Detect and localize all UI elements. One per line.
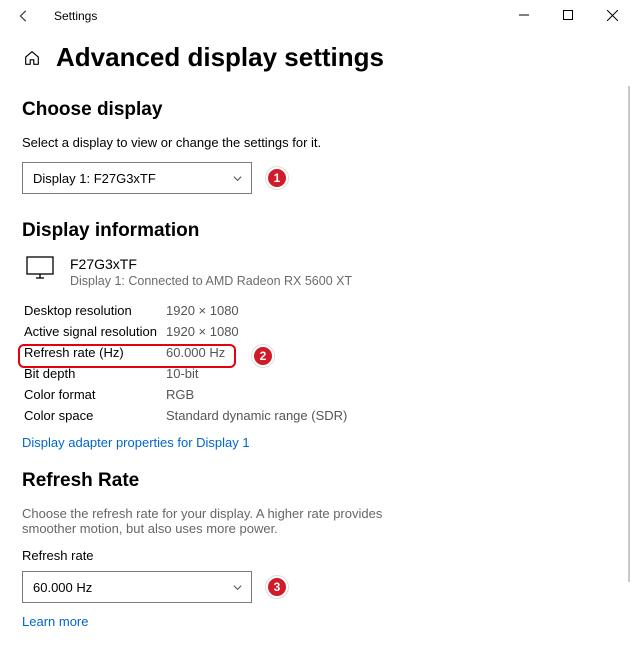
display-info-heading: Display information	[22, 220, 614, 242]
minimize-button[interactable]	[502, 0, 546, 30]
display-dropdown-value: Display 1: F27G3xTF	[33, 171, 156, 186]
chevron-down-icon	[231, 173, 243, 184]
table-row: Color format RGB	[24, 384, 614, 405]
table-row: Bit depth 10-bit	[24, 363, 614, 384]
monitor-connection: Display 1: Connected to AMD Radeon RX 56…	[70, 274, 352, 288]
home-icon[interactable]	[22, 48, 42, 68]
monitor-summary: F27G3xTF Display 1: Connected to AMD Rad…	[26, 256, 614, 288]
table-row: Desktop resolution 1920 × 1080	[24, 300, 614, 321]
close-button[interactable]	[590, 0, 634, 30]
monitor-name: F27G3xTF	[70, 256, 352, 272]
back-button[interactable]	[12, 4, 36, 28]
annotation-badge-3: 3	[266, 576, 288, 598]
maximize-button[interactable]	[546, 0, 590, 30]
chevron-down-icon	[231, 582, 243, 593]
adapter-properties-link[interactable]: Display adapter properties for Display 1	[22, 435, 250, 450]
display-dropdown[interactable]: Display 1: F27G3xTF	[22, 162, 252, 194]
table-row: Refresh rate (Hz) 60.000 Hz	[24, 342, 614, 363]
table-row: Color space Standard dynamic range (SDR)	[24, 405, 614, 426]
page-header: Advanced display settings	[22, 42, 614, 73]
refresh-rate-label: Refresh rate	[22, 548, 614, 563]
refresh-rate-desc: Choose the refresh rate for your display…	[22, 506, 422, 536]
learn-more-link[interactable]: Learn more	[22, 614, 88, 629]
refresh-rate-heading: Refresh Rate	[22, 470, 614, 492]
refresh-rate-dropdown[interactable]: 60.000 Hz	[22, 571, 252, 603]
display-info-table: Desktop resolution 1920 × 1080 Active si…	[24, 300, 614, 426]
choose-display-desc: Select a display to view or change the s…	[22, 135, 614, 150]
refresh-rate-dropdown-value: 60.000 Hz	[33, 580, 92, 595]
choose-display-heading: Choose display	[22, 99, 614, 121]
titlebar: Settings	[0, 0, 636, 32]
monitor-icon	[26, 256, 56, 285]
table-row: Active signal resolution 1920 × 1080	[24, 321, 614, 342]
app-title: Settings	[54, 9, 97, 23]
annotation-badge-1: 1	[266, 167, 288, 189]
annotation-badge-2: 2	[252, 345, 274, 367]
page-title: Advanced display settings	[56, 42, 384, 73]
window-controls	[502, 0, 634, 30]
